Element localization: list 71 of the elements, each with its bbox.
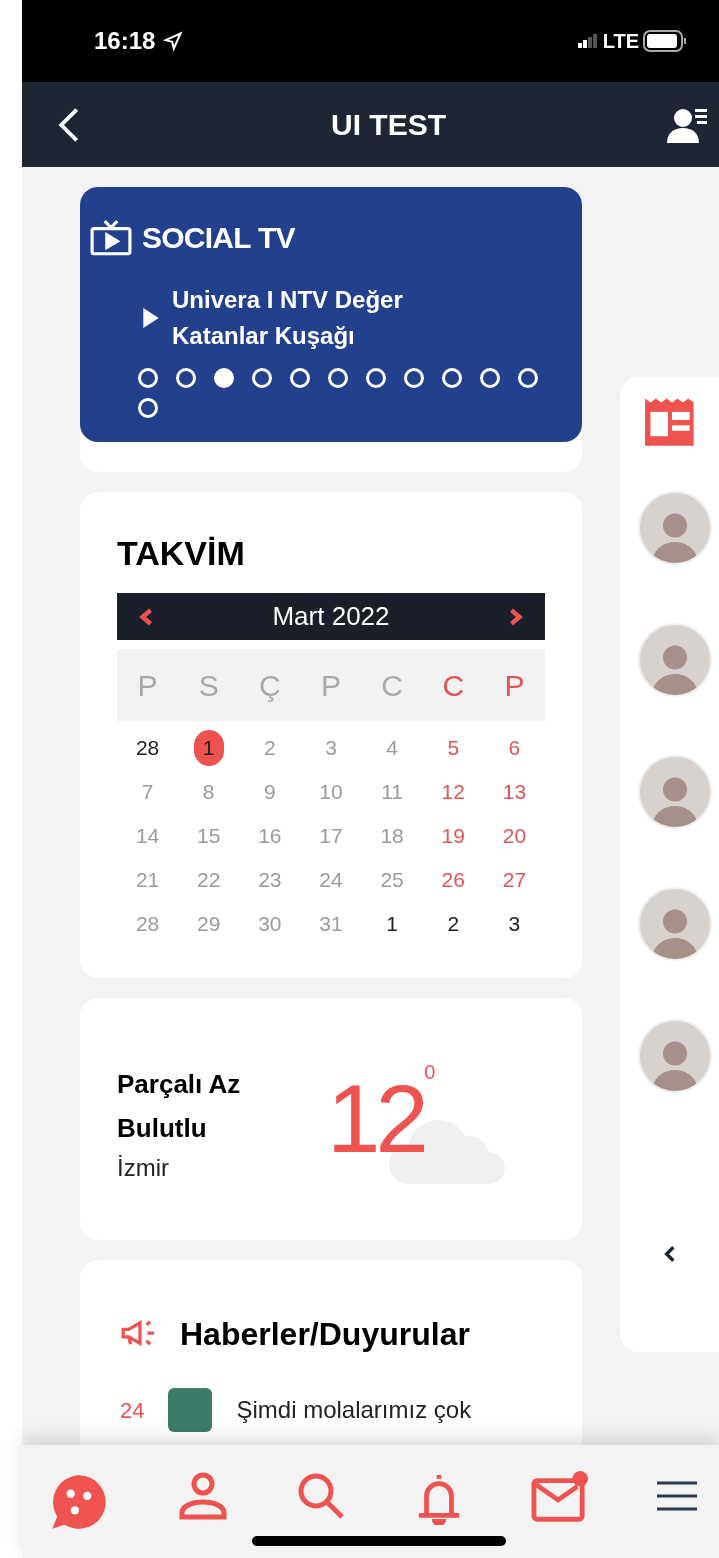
calendar-day[interactable]: 27 bbox=[499, 862, 530, 898]
mail-icon[interactable] bbox=[530, 1471, 589, 1525]
calendar-day[interactable]: 17 bbox=[316, 818, 346, 854]
calendar-day[interactable]: 22 bbox=[193, 862, 224, 898]
social-tv-title: SOCIAL TV bbox=[142, 220, 295, 256]
news-thumbnail bbox=[168, 1388, 213, 1432]
calendar-day[interactable]: 26 bbox=[438, 862, 469, 898]
calendar-day[interactable]: 9 bbox=[254, 774, 285, 810]
calendar-day[interactable]: 19 bbox=[438, 818, 469, 854]
collapse-icon[interactable] bbox=[664, 1245, 676, 1263]
calendar-day[interactable]: 3 bbox=[499, 906, 530, 942]
weekday-label: P bbox=[320, 667, 342, 704]
calendar-day[interactable]: 30 bbox=[254, 906, 285, 942]
weekday-label: P bbox=[503, 667, 526, 704]
calendar-day[interactable]: 12 bbox=[438, 774, 469, 810]
calendar-day[interactable]: 25 bbox=[377, 862, 408, 898]
weekday-label: C bbox=[441, 667, 466, 704]
signal-icon bbox=[576, 34, 599, 48]
news-text: Şimdi molalarımız çok bbox=[236, 1395, 472, 1425]
header-title: UI TEST bbox=[331, 107, 446, 143]
next-icon[interactable] bbox=[509, 607, 523, 626]
weekday-label: P bbox=[136, 667, 159, 704]
previous-icon[interactable] bbox=[139, 607, 153, 626]
calendar-day[interactable]: 4 bbox=[377, 730, 408, 766]
calendar-day[interactable]: 15 bbox=[193, 818, 224, 854]
calendar-day[interactable]: 28 bbox=[132, 730, 163, 766]
calendar-day[interactable]: 1 bbox=[377, 906, 408, 942]
city-label: İzmir bbox=[117, 1153, 170, 1183]
calendar-day[interactable]: 2 bbox=[254, 730, 285, 766]
temperature: 12 bbox=[327, 1071, 425, 1167]
calendar-day[interactable]: 8 bbox=[193, 774, 224, 810]
calendar-day[interactable]: 28 bbox=[132, 906, 163, 942]
calendar-day[interactable]: 20 bbox=[499, 818, 530, 854]
calendar-day[interactable]: 23 bbox=[254, 862, 285, 898]
menu-icon[interactable] bbox=[656, 1479, 697, 1513]
calendar-day[interactable]: 2 bbox=[438, 906, 469, 942]
video-thumbnail[interactable]: SOCIAL TV Univera I NTV Değer Katanlar Kuşağı bbox=[80, 187, 582, 442]
location-arrow-icon bbox=[163, 31, 184, 51]
play-icon[interactable] bbox=[142, 307, 160, 329]
video-title[interactable]: Univera I NTV Değer Katanlar Kuşağı bbox=[172, 282, 422, 354]
weekday-label: Ç bbox=[258, 667, 282, 704]
news-title: Haberler/Duyurular bbox=[180, 1315, 470, 1354]
degree-sign: 0 bbox=[424, 1060, 436, 1085]
weather-condition: Parçalı Az Bulutlu bbox=[117, 1068, 242, 1145]
calendar-day[interactable]: 31 bbox=[316, 906, 346, 942]
calendar-day[interactable]: 5 bbox=[438, 730, 469, 766]
calendar-day[interactable]: 13 bbox=[499, 774, 530, 810]
weekday-label: S bbox=[197, 667, 220, 704]
calendar-day[interactable]: 16 bbox=[254, 818, 285, 854]
calendar-day[interactable]: 7 bbox=[132, 774, 163, 810]
network-label: LTE bbox=[602, 29, 639, 54]
calendar-day[interactable]: 21 bbox=[132, 862, 163, 898]
calendar-day[interactable]: 11 bbox=[377, 774, 408, 810]
tv-icon bbox=[90, 219, 132, 256]
calendar-day[interactable]: 10 bbox=[316, 774, 346, 810]
weekday-label: C bbox=[380, 667, 404, 704]
month-label: Mart 2022 bbox=[272, 600, 390, 633]
calendar-day[interactable]: 18 bbox=[377, 818, 408, 854]
news-date: 24 bbox=[120, 1396, 145, 1425]
clock: 16:18 bbox=[94, 26, 156, 56]
calendar-day[interactable]: 1 bbox=[193, 730, 224, 766]
calendar-day[interactable]: 14 bbox=[132, 818, 163, 854]
back-icon[interactable] bbox=[58, 106, 80, 143]
news-item[interactable]: 24 Şimdi molalarımız çok bbox=[120, 1388, 542, 1432]
calendar-day[interactable]: 29 bbox=[193, 906, 224, 942]
battery-icon bbox=[643, 30, 687, 52]
calendar-day[interactable]: 6 bbox=[499, 730, 530, 766]
calendar-title: TAKVİM bbox=[117, 533, 246, 574]
calendar-day[interactable]: 3 bbox=[316, 730, 346, 766]
user-icon[interactable] bbox=[178, 1471, 229, 1521]
calendar-day[interactable]: 24 bbox=[316, 862, 346, 898]
